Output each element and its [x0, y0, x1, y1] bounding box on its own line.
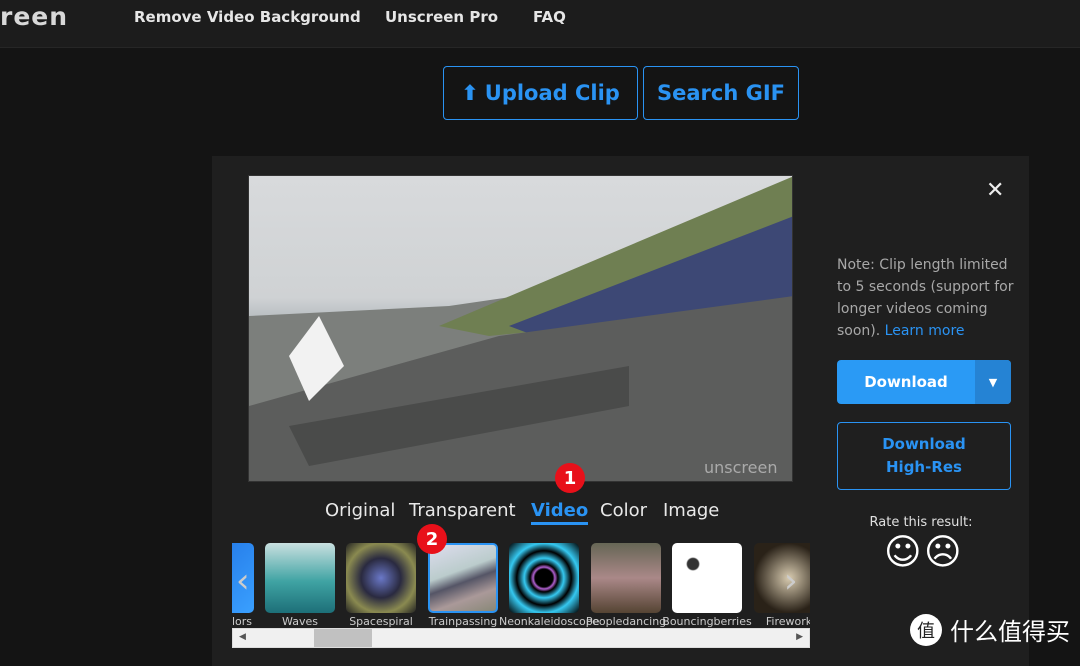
tab-video[interactable]: Video	[531, 500, 589, 525]
thumb-label: Firework	[765, 615, 810, 628]
watermark-text: 什么值得买	[950, 618, 1070, 646]
search-gif-button[interactable]: Search GIF	[643, 66, 799, 120]
download-button[interactable]: Download	[837, 360, 975, 404]
tab-original[interactable]: Original	[325, 500, 395, 521]
learn-more-link[interactable]: Learn more	[885, 323, 965, 339]
tab-color[interactable]: Color	[600, 500, 647, 521]
thumb-spacespiral[interactable]	[346, 543, 416, 613]
download-high-res-button[interactable]: Download High-Res	[837, 422, 1011, 490]
download-button-group: Download ▼	[837, 360, 1011, 404]
watermark: unscreen	[704, 458, 777, 477]
nav-faq[interactable]: FAQ	[533, 8, 566, 26]
corner-watermark: 值 什么值得买	[910, 612, 1070, 647]
thumb-waves[interactable]	[265, 543, 335, 613]
clip-length-note: Note: Clip length limited to 5 seconds (…	[837, 254, 1017, 342]
top-nav: reen Remove Video Background Unscreen Pr…	[0, 0, 1080, 48]
scroll-right-icon[interactable]: ▶	[796, 632, 803, 642]
annotation-badge-2: 2	[417, 524, 447, 554]
download-dropdown-caret-icon[interactable]: ▼	[975, 360, 1011, 404]
logo[interactable]: reen	[0, 2, 68, 31]
thumb-neonkaleidoscope[interactable]	[509, 543, 579, 613]
thumb-label: Neonkaleidoscope	[499, 615, 600, 628]
sad-face-icon[interactable]: ☹	[924, 535, 962, 571]
thumb-label: Spacespiral	[349, 615, 413, 628]
thumb-label: Waves	[282, 615, 318, 628]
thumb-label: Bouncingberries	[662, 615, 752, 628]
upload-icon: ⬆	[461, 81, 479, 105]
thumb-bouncingberries[interactable]	[672, 543, 742, 613]
upload-label: Upload Clip	[484, 81, 620, 105]
thumb-trainpassing[interactable]	[428, 543, 498, 613]
thumb-firework[interactable]	[754, 543, 810, 613]
upload-clip-button[interactable]: ⬆ Upload Clip	[443, 66, 638, 120]
close-icon[interactable]: ✕	[986, 178, 1004, 203]
carousel-next-icon[interactable]: ›	[784, 561, 798, 601]
thumb-label: Peopledancing	[585, 615, 667, 628]
background-carousel: lors Waves Spacespiral Trainpassing Neon…	[232, 541, 810, 631]
carousel-prev-icon[interactable]: ‹	[236, 561, 250, 601]
horizontal-scrollbar[interactable]: ◀ ▶	[232, 628, 810, 648]
video-preview[interactable]: unscreen	[248, 175, 793, 482]
scrollbar-thumb[interactable]	[314, 629, 372, 647]
tab-transparent[interactable]: Transparent	[409, 500, 516, 521]
nav-unscreen-pro[interactable]: Unscreen Pro	[385, 8, 498, 26]
happy-face-icon[interactable]: ☺	[884, 535, 922, 571]
thumb-peopledancing[interactable]	[591, 543, 661, 613]
rate-label: Rate this result:	[869, 515, 973, 530]
thumb-label: Trainpassing	[428, 615, 498, 628]
watermark-logo-icon: 值	[910, 613, 942, 646]
video-frame: unscreen	[249, 176, 792, 481]
nav-remove-video-background[interactable]: Remove Video Background	[134, 8, 361, 26]
annotation-badge-1: 1	[555, 463, 585, 493]
scroll-left-icon[interactable]: ◀	[239, 632, 246, 642]
tab-image[interactable]: Image	[663, 500, 719, 521]
